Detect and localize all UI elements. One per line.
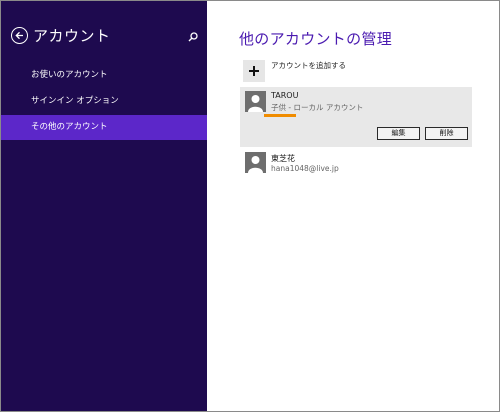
- edit-button[interactable]: 編集: [377, 127, 420, 140]
- highlight-underline: [264, 114, 296, 117]
- add-account-label[interactable]: アカウントを追加する: [271, 60, 346, 71]
- sidebar-item-label: お使いのアカウント: [31, 70, 108, 80]
- account-name: 東芝花: [271, 154, 295, 163]
- sidebar-item-label: サインイン オプション: [31, 96, 119, 106]
- account-name: TAROU: [271, 91, 299, 100]
- main-content: 他のアカウントの管理 アカウントを追加する TAROU 子供 - ローカル アカ…: [207, 1, 499, 411]
- page-title: 他のアカウントの管理: [239, 30, 393, 48]
- account-type: 子供 - ローカル アカウント: [271, 103, 364, 112]
- back-button[interactable]: [11, 27, 28, 44]
- sidebar-item-sign-in-options[interactable]: サインイン オプション: [1, 89, 207, 114]
- arrow-left-icon: [15, 31, 23, 40]
- user-avatar-icon: [245, 91, 266, 112]
- account-card-selected[interactable]: TAROU 子供 - ローカル アカウント 編集 削除: [240, 87, 472, 147]
- sidebar-title: アカウント: [33, 27, 111, 45]
- delete-button[interactable]: 削除: [425, 127, 468, 140]
- add-account-button[interactable]: [243, 60, 265, 82]
- sidebar: アカウント お使いのアカウント サインイン オプション その他のアカウント: [1, 1, 207, 411]
- sidebar-item-label: その他のアカウント: [31, 122, 108, 132]
- window: アカウント お使いのアカウント サインイン オプション その他のアカウント 他の…: [0, 0, 500, 412]
- sidebar-item-your-account[interactable]: お使いのアカウント: [1, 63, 207, 88]
- plus-icon: [249, 66, 259, 76]
- user-avatar-icon: [245, 152, 266, 173]
- account-row[interactable]: 東芝花 hana1048@live.jp: [240, 151, 472, 179]
- search-icon[interactable]: [187, 31, 199, 43]
- sidebar-item-other-accounts[interactable]: その他のアカウント: [1, 115, 207, 140]
- account-email: hana1048@live.jp: [271, 164, 339, 173]
